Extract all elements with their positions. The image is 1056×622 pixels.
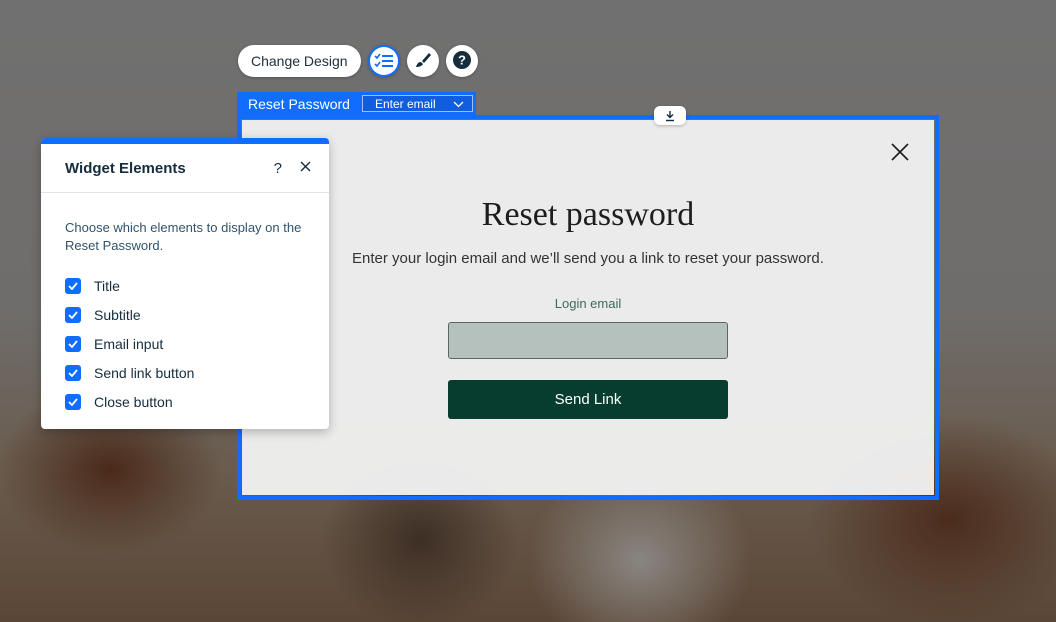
checkbox-title[interactable] [65,277,81,294]
checkbox-send-link-button[interactable] [65,364,81,381]
panel-title: Widget Elements [65,159,186,177]
option-label: Send link button [94,364,195,381]
option-subtitle[interactable]: Subtitle [65,300,329,329]
option-label: Email input [94,335,164,352]
state-dropdown-value: Enter email [374,96,436,111]
download-icon[interactable] [654,106,686,125]
dialog-title: Reset password [481,196,695,233]
paintbrush-icon [414,51,432,72]
state-dropdown[interactable]: Enter email [361,95,473,112]
email-input[interactable] [448,322,728,359]
option-send-link-button[interactable]: Send link button [65,358,329,387]
question-icon: ? [452,50,472,73]
panel-description: Choose which elements to display on the … [65,220,302,253]
chevron-down-icon [453,97,464,111]
checkbox-close-button[interactable] [65,393,81,410]
reset-password-dialog[interactable]: Reset password Enter your login email an… [242,120,934,495]
email-label: Login email [554,296,622,311]
checkbox-subtitle[interactable] [65,306,81,323]
option-title[interactable]: Title [65,271,329,300]
elements-button[interactable] [367,45,400,77]
svg-text:?: ? [458,52,466,67]
option-label: Close button [94,393,173,410]
checkbox-email-input[interactable] [65,335,81,352]
selected-element-tag: Reset Password Enter email [237,92,476,115]
dialog-subtitle: Enter your login email and we’ll send yo… [352,250,824,267]
help-icon[interactable]: ? [274,160,282,177]
checklist-icon [369,47,398,75]
option-label: Subtitle [94,306,141,323]
change-design-button[interactable]: Change Design [238,45,361,77]
design-button[interactable] [406,45,439,77]
option-close-button[interactable]: Close button [65,387,329,416]
help-button[interactable]: ? [445,45,478,77]
element-options: Title Subtitle Email input Send link but… [41,255,329,416]
widget-elements-panel: Widget Elements ? Choose which elements … [41,138,329,429]
close-icon[interactable] [300,159,311,177]
option-email-input[interactable]: Email input [65,329,329,358]
send-link-button[interactable]: Send Link [448,380,728,419]
option-label: Title [94,277,120,294]
close-icon[interactable] [889,141,911,163]
element-name: Reset Password [248,95,350,112]
floating-toolbar: Change Design ? [238,45,478,77]
panel-header: Widget Elements ? [41,144,329,193]
